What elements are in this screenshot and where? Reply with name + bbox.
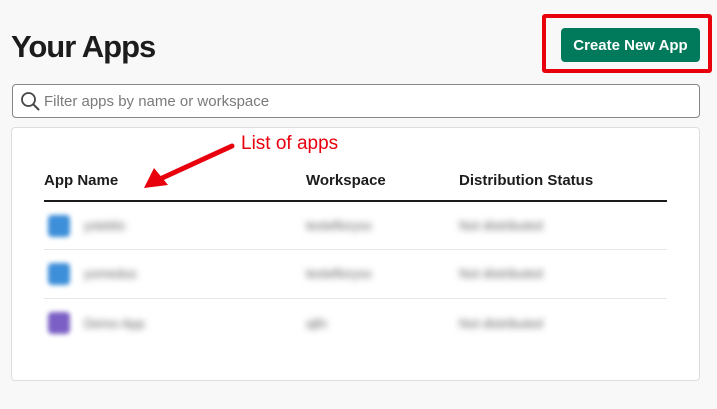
row-divider — [44, 298, 667, 299]
search-icon — [20, 90, 42, 112]
distribution-status: Not distributed — [459, 218, 543, 233]
annotation-arrow-icon — [144, 143, 235, 188]
search-box[interactable] — [12, 84, 700, 118]
page-title: Your Apps — [11, 29, 156, 64]
workspace-name: testeflorysx — [306, 266, 372, 281]
annotation-label: List of apps — [241, 133, 339, 154]
app-name[interactable]: yomedus — [84, 266, 137, 281]
row-divider — [44, 249, 667, 250]
apps-table-card — [11, 127, 700, 381]
distribution-status: Not distributed — [459, 266, 543, 281]
app-name[interactable]: yoteklo — [84, 218, 125, 233]
header-divider — [44, 200, 667, 202]
search-input[interactable] — [42, 86, 699, 116]
app-icon — [48, 215, 70, 237]
create-new-app-button[interactable]: Create New App — [561, 28, 700, 62]
app-name[interactable]: Demo App — [84, 316, 145, 331]
app-icon — [48, 312, 70, 334]
column-header-workspace[interactable]: Workspace — [306, 172, 386, 190]
workspace-name: testeflorysx — [306, 218, 372, 233]
column-header-app-name[interactable]: App Name — [44, 172, 118, 190]
workspace-name: ajfn — [306, 316, 327, 331]
column-header-distribution-status[interactable]: Distribution Status — [459, 172, 593, 190]
distribution-status: Not distributed — [459, 316, 543, 331]
app-icon — [48, 263, 70, 285]
